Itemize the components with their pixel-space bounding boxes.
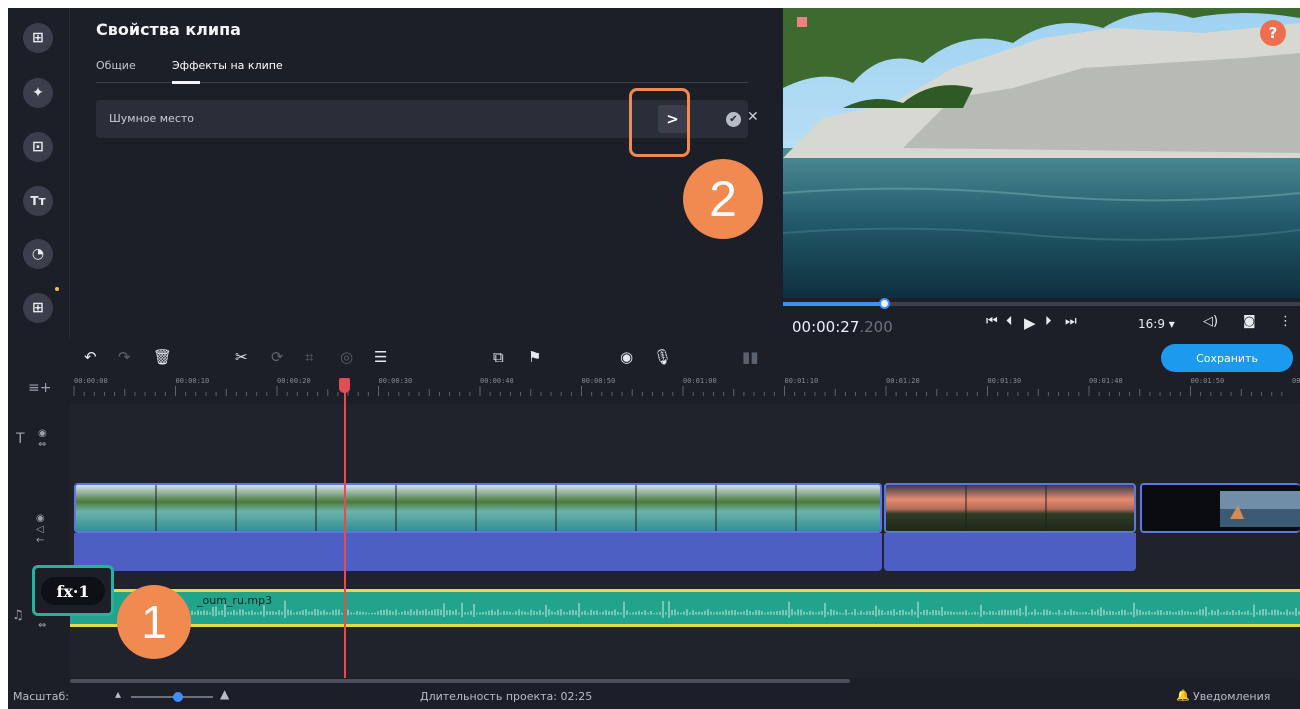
clip-3-thumbnail xyxy=(1142,485,1300,531)
volume-icon[interactable]: ◁) xyxy=(1203,314,1218,329)
notifications-link[interactable]: Уведомления xyxy=(1193,690,1270,703)
snapshot-icon[interactable]: ◙ xyxy=(1243,314,1256,329)
delete-icon[interactable]: 🗑 xyxy=(153,348,172,366)
timecode-main: 00:00:27 xyxy=(792,318,860,336)
clip-1-audio-bar[interactable] xyxy=(74,533,882,571)
playback-progress[interactable] xyxy=(783,298,1300,309)
active-tab-underline xyxy=(172,81,200,84)
effect-name: Шумное место xyxy=(109,112,195,125)
record-webcam-icon[interactable]: ◉ xyxy=(620,348,633,366)
tab-general[interactable]: Общие xyxy=(96,59,136,72)
notification-dot xyxy=(55,287,59,291)
titles-icon[interactable]: Tт xyxy=(23,186,53,216)
help-button[interactable]: ? xyxy=(1260,20,1286,46)
video-clip-2[interactable] xyxy=(884,483,1136,533)
ruler-tick-label: 00:00:50 xyxy=(581,377,616,385)
tab-clip-effects[interactable]: Эффекты на клипе xyxy=(172,59,283,72)
ruler-tick-label: 00:00:00 xyxy=(74,377,108,385)
import-icon[interactable]: ⊞ xyxy=(23,23,53,53)
transitions-icon[interactable]: ⊡ xyxy=(23,132,53,162)
zoom-in-icon[interactable]: ▲ xyxy=(220,687,229,701)
playhead-handle[interactable] xyxy=(339,378,350,393)
remove-effect-icon[interactable]: ✕ xyxy=(747,109,759,125)
zoom-slider[interactable] xyxy=(131,692,213,702)
cut-icon[interactable]: ✂ xyxy=(235,348,248,366)
status-bar: Масштаб: ▴ ▲ Длительность проекта: 02:25… xyxy=(8,685,1300,709)
ruler-tick-label: 00:01:20 xyxy=(886,377,920,385)
ruler-tick-label: 00:01:30 xyxy=(987,377,1022,385)
step-badge-1: 1 xyxy=(117,585,191,659)
zoom-out-icon[interactable]: ▴ xyxy=(115,687,121,701)
timeline-ruler[interactable]: 00:00:00 00:00:10 00:00:20 00:00:30 00:00:40… xyxy=(70,374,1300,404)
playhead-line[interactable] xyxy=(344,378,346,678)
video-clip-3[interactable] xyxy=(1140,483,1300,533)
clip-effects-badge[interactable]: fx·1 xyxy=(41,577,105,605)
ruler-tick-label: 00:01:50 xyxy=(1190,377,1225,385)
marker-icon[interactable]: ⚑ xyxy=(528,348,541,366)
title-track[interactable] xyxy=(70,404,1300,478)
zoom-slider-handle[interactable] xyxy=(173,692,183,702)
crop-icon[interactable]: ⌗ xyxy=(305,348,313,366)
ruler-tick-label: 00:00:10 xyxy=(175,377,210,385)
save-button[interactable]: Сохранить xyxy=(1161,344,1293,372)
progress-handle[interactable] xyxy=(878,298,890,309)
ruler-tick-label: 00:01:40 xyxy=(1089,377,1123,385)
project-duration: Длительность проекта: 02:25 xyxy=(420,690,593,703)
speed-icon[interactable]: ◎ xyxy=(340,348,353,366)
redo-icon[interactable]: ↷ xyxy=(118,348,131,366)
title-track-controls[interactable]: ◉ ⇔ xyxy=(38,428,100,450)
stickers-icon[interactable]: ◔ xyxy=(23,239,53,269)
step-badge-2: 2 xyxy=(683,159,763,239)
progress-fill xyxy=(783,302,884,306)
ruler-tick-label: 00 xyxy=(1292,377,1300,385)
next-frame-icon[interactable]: ⏵ xyxy=(1045,314,1052,329)
preview-panel: ? 00:00:27.200 ⏮ ⏴ ▶ ⏵ ⏭ 16:9 ▾ ◁) ◙ ⋮ xyxy=(783,8,1300,338)
bell-icon[interactable]: 🔔 xyxy=(1176,689,1190,702)
video-preview: ? xyxy=(783,8,1300,298)
more-tools-icon[interactable]: ⊞ xyxy=(23,293,53,323)
audio-clip[interactable]: _oum_ru.mp3 xyxy=(70,589,1300,627)
skip-end-icon[interactable]: ⏭ xyxy=(1065,314,1077,329)
clip-2-thumbnails xyxy=(886,485,1134,531)
timecode-ms: .200 xyxy=(859,318,893,336)
adjust-icon[interactable]: ☰ xyxy=(374,348,387,366)
microphone-icon[interactable]: 🎙 xyxy=(653,348,672,366)
scale-label: Масштаб: xyxy=(13,690,69,703)
skip-start-icon[interactable]: ⏮ xyxy=(986,314,998,329)
ruler-tick-label: 00:01:00 xyxy=(683,377,717,385)
more-icon[interactable]: ⋮ xyxy=(1279,314,1292,329)
rotate-icon[interactable]: ⟳ xyxy=(271,348,284,366)
ruler-tick-label: 00:00:30 xyxy=(378,377,413,385)
timeline-scrollbar[interactable] xyxy=(70,679,850,683)
overlay-icon[interactable]: ⧉ xyxy=(493,348,504,366)
preview-frame-image xyxy=(783,8,1300,298)
stabilize-icon[interactable]: ▮▮ xyxy=(742,348,759,366)
clip-1-thumbnails xyxy=(76,485,880,531)
ruler-tick-label: 00:00:40 xyxy=(480,377,514,385)
fx-indicator-frame: fx·1 xyxy=(32,565,114,616)
effect-row[interactable]: Шумное место > ✔ ✕ xyxy=(96,100,759,138)
audio-track-controls[interactable]: ⇔ xyxy=(38,620,100,631)
aspect-ratio-select[interactable]: 16:9 ▾ xyxy=(1138,317,1175,331)
filters-icon[interactable]: ✦ xyxy=(23,78,53,108)
video-clip-1[interactable] xyxy=(74,483,882,533)
prev-frame-icon[interactable]: ⏴ xyxy=(1006,314,1013,329)
record-indicator xyxy=(797,17,807,27)
play-icon[interactable]: ▶ xyxy=(1024,314,1036,332)
clip-properties-panel: Свойства клипа Общие Эффекты на клипе Шу… xyxy=(71,8,783,338)
video-editor-window: ⊞ ✦ ⊡ Tт ◔ ⊞ Свойства клипа Общие Эффект… xyxy=(8,8,1300,709)
timeline-toolbar: ↶ ↷ 🗑 ✂ ⟳ ⌗ ◎ ☰ ⧉ ⚑ ◉ 🎙 ▮▮ Сохранить xyxy=(8,338,1300,374)
ruler-ticks xyxy=(73,386,1283,396)
audio-waveform xyxy=(179,600,1300,619)
effect-enabled-check-icon[interactable]: ✔ xyxy=(726,112,741,127)
add-track-icon[interactable]: ≡+ xyxy=(28,380,58,396)
open-effect-settings-button[interactable]: > xyxy=(658,105,687,133)
ruler-tick-label: 00:00:20 xyxy=(277,377,311,385)
tool-rail: ⊞ ✦ ⊡ Tт ◔ ⊞ xyxy=(8,8,70,338)
clip-2-audio-bar[interactable] xyxy=(884,533,1136,571)
ruler-tick-label: 00:01:10 xyxy=(784,377,819,385)
timecode: 00:00:27.200 xyxy=(792,318,893,336)
panel-title: Свойства клипа xyxy=(96,20,241,39)
undo-icon[interactable]: ↶ xyxy=(84,348,97,366)
